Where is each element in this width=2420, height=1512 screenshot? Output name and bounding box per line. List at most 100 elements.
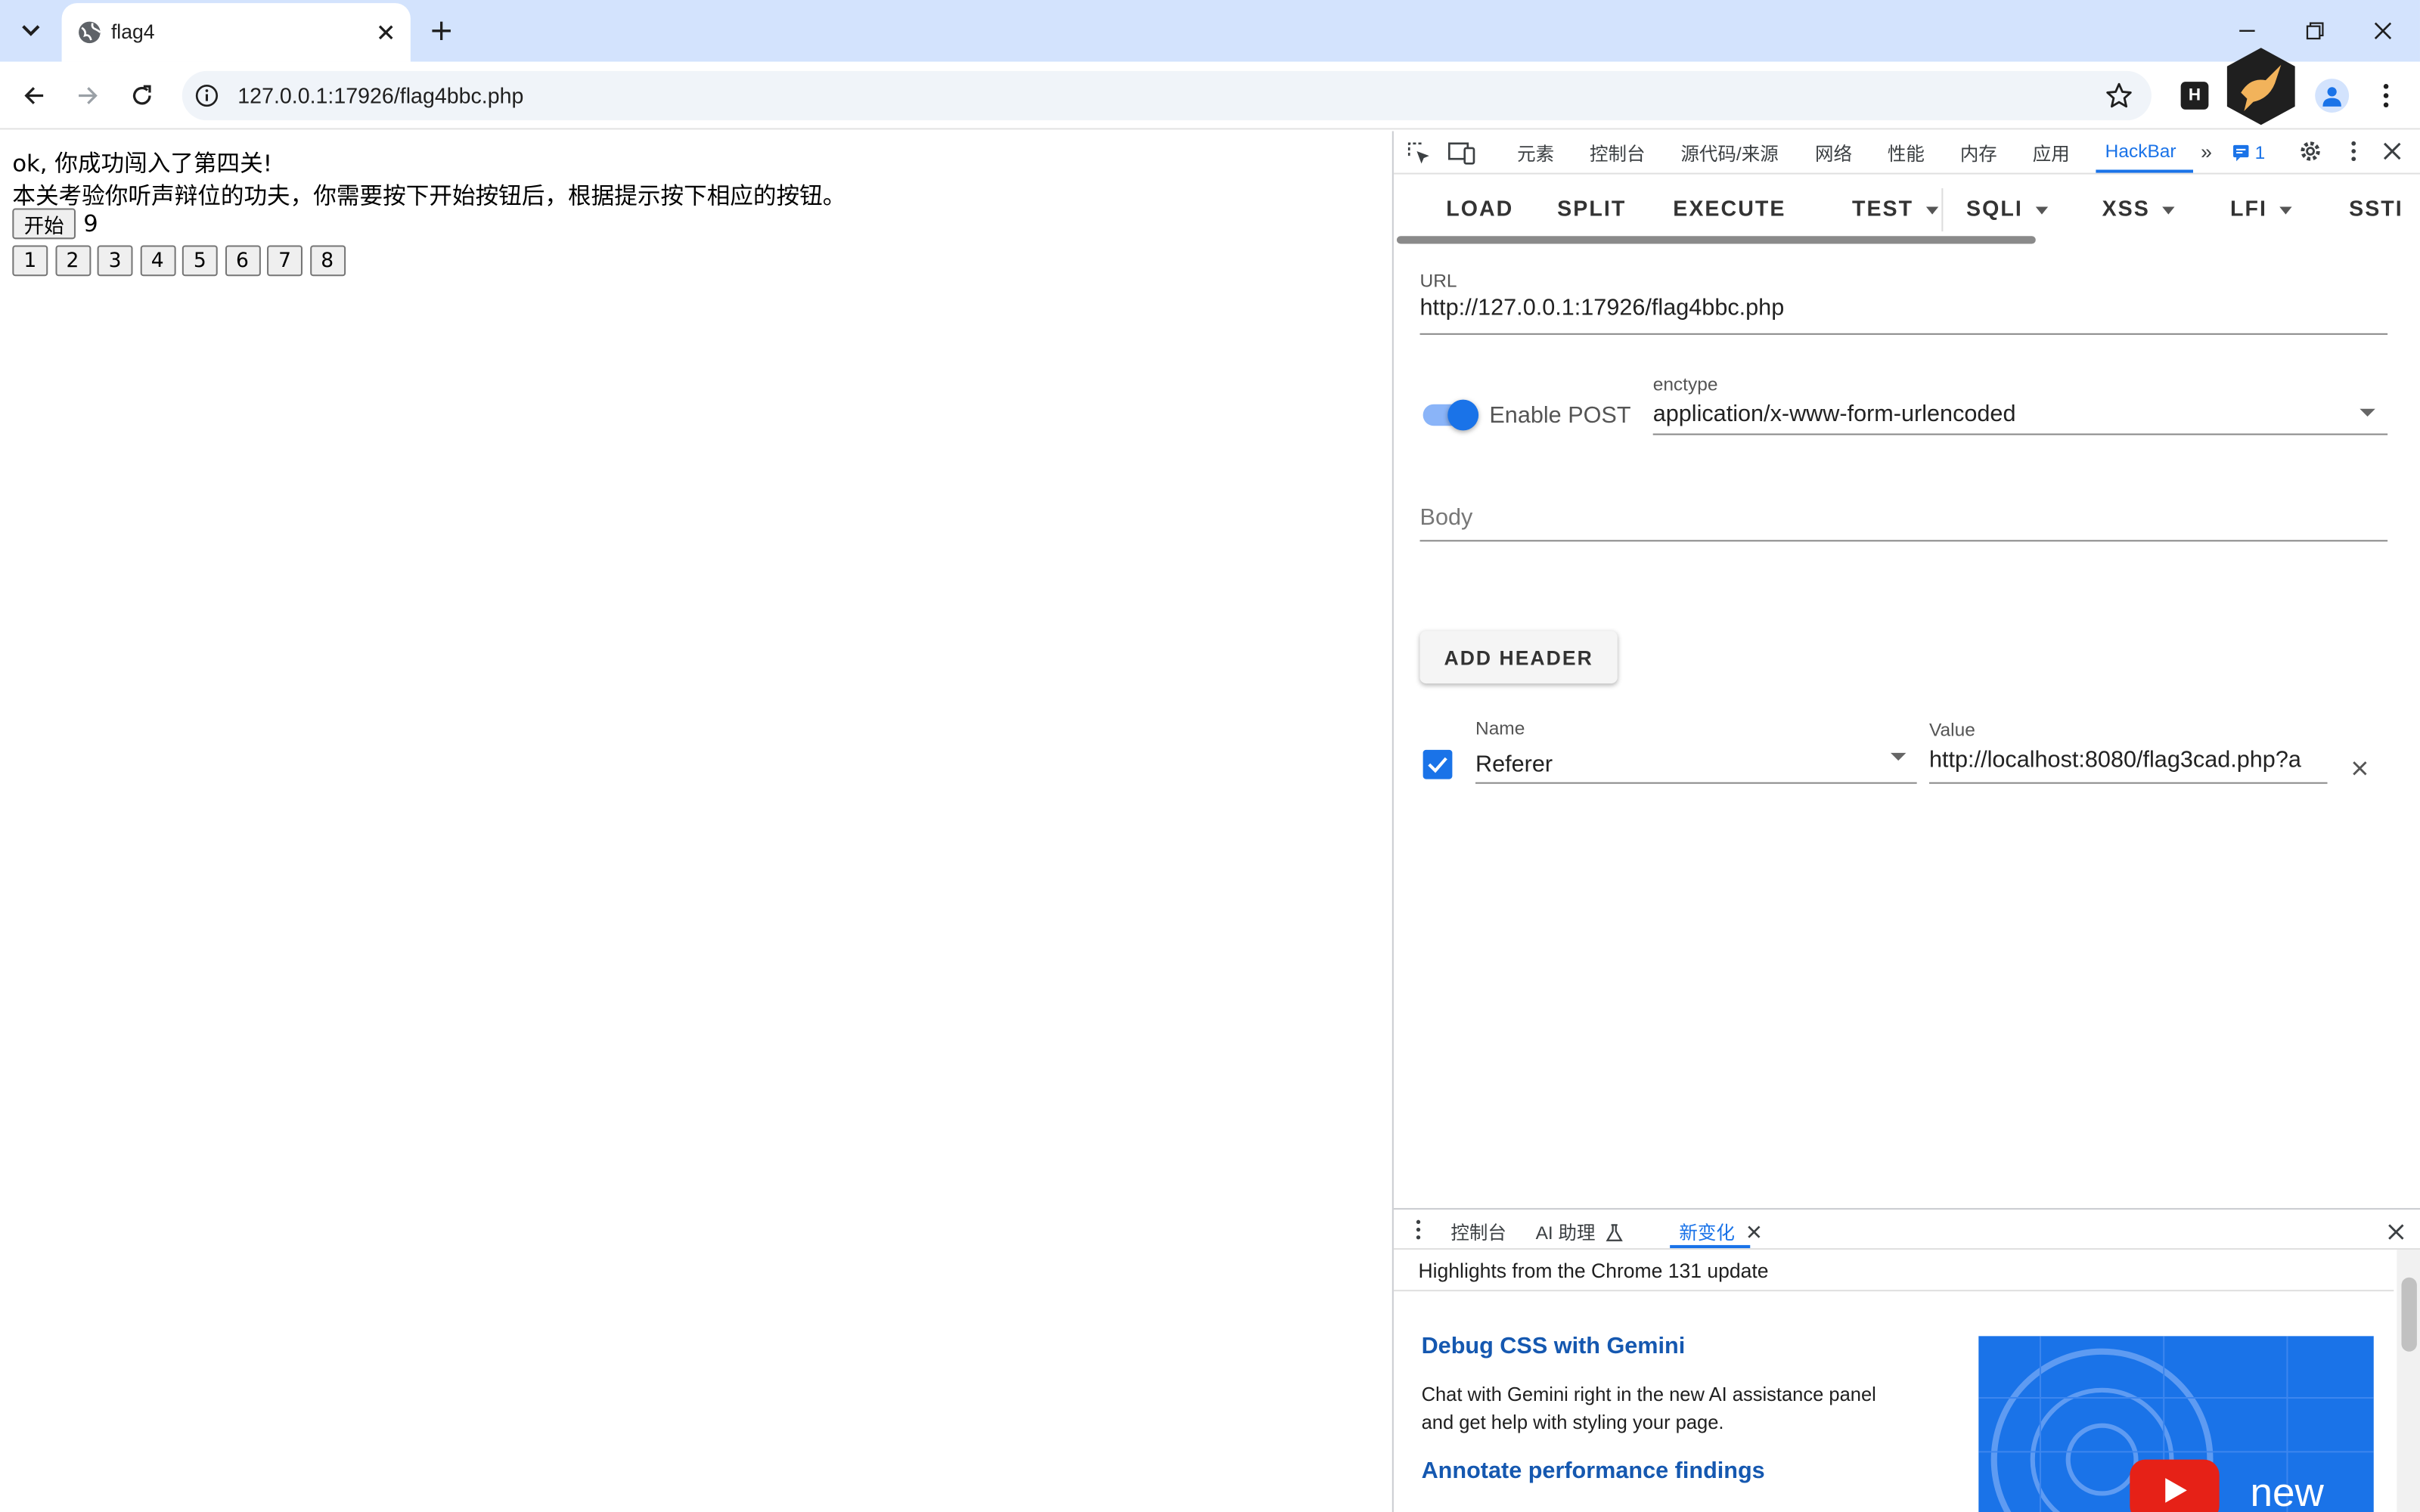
forward-button[interactable]	[70, 77, 107, 114]
back-button[interactable]	[15, 77, 52, 114]
person-icon	[2322, 87, 2341, 107]
tab-network[interactable]: 网络	[1815, 141, 1852, 167]
active-tab-indicator	[2096, 169, 2193, 173]
xss-menu-button[interactable]: XSS	[2102, 196, 2175, 221]
ssti-menu-button[interactable]: SSTI	[2349, 196, 2403, 221]
tab-application[interactable]: 应用	[2033, 141, 2070, 167]
number-button-5[interactable]: 5	[182, 245, 218, 277]
minimize-icon	[2239, 29, 2255, 33]
xss-label: XSS	[2102, 196, 2150, 221]
youtube-play-icon[interactable]	[2130, 1459, 2220, 1512]
enable-post-toggle[interactable]	[1423, 399, 1479, 431]
plus-icon	[432, 21, 451, 41]
header-enabled-checkbox[interactable]	[1423, 749, 1453, 779]
number-button-8[interactable]: 8	[309, 245, 346, 277]
drawer-tab-ai[interactable]: AI 助理	[1536, 1219, 1624, 1245]
browser-tab[interactable]: flag4	[61, 3, 411, 62]
reload-icon	[132, 85, 151, 105]
new-tab-button[interactable]	[426, 15, 457, 46]
number-button-4[interactable]: 4	[139, 245, 175, 277]
load-button[interactable]: LOAD	[1446, 196, 1513, 221]
tab-console[interactable]: 控制台	[1590, 141, 1646, 167]
scrollbar-thumb[interactable]	[2401, 1277, 2417, 1352]
profile-avatar[interactable]	[2315, 79, 2350, 113]
restore-icon	[2306, 22, 2324, 40]
test-menu-button[interactable]: TEST	[1852, 196, 1938, 221]
add-header-button[interactable]: ADD HEADER	[1419, 631, 1618, 684]
header-name-input[interactable]: Referer	[1475, 751, 1553, 778]
hackbar-extension-icon[interactable]: H	[2180, 82, 2209, 110]
close-window-button[interactable]	[2349, 0, 2417, 62]
message-icon	[2233, 144, 2249, 162]
close-drawer-icon[interactable]	[2387, 1220, 2404, 1248]
close-icon[interactable]	[1747, 1225, 1761, 1238]
number-button-6[interactable]: 6	[224, 245, 260, 277]
browser-menu-button[interactable]	[2371, 80, 2402, 111]
lfi-menu-button[interactable]: LFI	[2230, 196, 2292, 221]
chevron-down-icon	[2162, 206, 2175, 215]
url-text[interactable]: 127.0.0.1:17926/flag4bbc.php	[237, 83, 523, 108]
close-icon[interactable]	[374, 20, 399, 45]
hackbar-toolbar: LOAD SPLIT EXECUTE TEST SQLI XSS LFI SST…	[1394, 176, 2420, 244]
tab-performance[interactable]: 性能	[1888, 141, 1925, 167]
body-underline	[1419, 540, 2388, 542]
number-button-2[interactable]: 2	[54, 245, 91, 277]
number-button-1[interactable]: 1	[12, 245, 48, 277]
drawer-tab-ai-label: AI 助理	[1535, 1222, 1596, 1244]
devtools-more-icon[interactable]	[2350, 141, 2356, 167]
start-button[interactable]: 开始	[12, 208, 76, 240]
execute-button[interactable]: EXECUTE	[1673, 196, 1786, 221]
dropdown-arrow-icon[interactable]	[2360, 408, 2375, 417]
tab-hackbar[interactable]: HackBar	[2105, 141, 2176, 163]
device-toolbar-icon[interactable]	[1447, 141, 1475, 170]
tab-memory[interactable]: 内存	[1960, 141, 1997, 167]
toolbar-divider	[1941, 187, 1944, 232]
drawer-tab-bar: 控制台 AI 助理 新变化	[1393, 1210, 2420, 1250]
drawer-tab-console[interactable]: 控制台	[1450, 1219, 1506, 1245]
drawer-scrollbar[interactable]	[2397, 1250, 2420, 1512]
enctype-underline	[1652, 433, 2388, 435]
drawer-menu-icon[interactable]	[1415, 1219, 1421, 1248]
devtools-panel: 元素 控制台 源代码/来源 网络 性能 内存 应用 HackBar » 1 LO…	[1392, 131, 2420, 1512]
address-bar[interactable]: 127.0.0.1:17926/flag4bbc.php	[182, 70, 2152, 121]
drawer-tab-whats-new-label: 新变化	[1679, 1222, 1735, 1244]
header-value-underline	[1929, 782, 2328, 784]
dropdown-arrow-icon[interactable]	[1890, 752, 1907, 761]
bookmark-star-icon[interactable]	[2105, 82, 2133, 110]
remove-header-icon[interactable]	[2352, 756, 2367, 784]
issues-count: 1	[2254, 141, 2266, 164]
reload-button[interactable]	[123, 77, 160, 114]
test-label: TEST	[1851, 196, 1914, 221]
info-icon[interactable]	[194, 83, 219, 108]
split-button[interactable]: SPLIT	[1557, 196, 1626, 221]
number-button-7[interactable]: 7	[267, 245, 302, 277]
horizontal-scrollbar[interactable]	[1396, 236, 2036, 244]
debug-css-link[interactable]: Debug CSS with Gemini	[1422, 1333, 1686, 1359]
issues-counter[interactable]: 1	[2232, 141, 2266, 164]
settings-gear-icon[interactable]	[2298, 139, 2323, 169]
toggle-knob	[1447, 399, 1479, 431]
more-tabs-icon[interactable]: »	[2201, 141, 2212, 164]
inspect-element-icon[interactable]	[1406, 141, 1431, 170]
drawer-active-indicator	[1670, 1244, 1751, 1249]
annotate-performance-link[interactable]: Annotate performance findings	[1422, 1458, 1765, 1485]
number-button-row: 1 2 3 4 5 6 7 8	[12, 245, 346, 277]
enctype-select[interactable]: application/x-www-form-urlencoded	[1653, 401, 2016, 428]
chevron-down-icon	[1925, 206, 1938, 215]
tab-sources[interactable]: 源代码/来源	[1680, 141, 1778, 167]
devtools-tab-bar: 元素 控制台 源代码/来源 网络 性能 内存 应用 HackBar » 1	[1393, 131, 2420, 175]
drawer-tab-whats-new[interactable]: 新变化	[1679, 1219, 1761, 1245]
page-content: ok, 你成功闯入了第四关! 本关考验你听声辩位的功夫，你需要按下开始按钮后，根…	[0, 131, 1392, 1512]
title-bar: flag4	[0, 0, 2420, 62]
sqli-menu-button[interactable]: SQLI	[1966, 196, 2048, 221]
number-button-3[interactable]: 3	[97, 245, 133, 277]
close-devtools-icon[interactable]	[2383, 142, 2401, 166]
body-input[interactable]: Body	[1420, 504, 1473, 531]
header-value-input[interactable]: http://localhost:8080/flag3cad.php?a	[1929, 747, 2328, 773]
tab-elements[interactable]: 元素	[1517, 141, 1554, 167]
bird-extension-icon[interactable]	[2223, 46, 2300, 126]
header-name-label: Name	[1475, 717, 1525, 739]
video-thumbnail[interactable]: new	[1978, 1336, 2374, 1512]
url-input[interactable]: http://127.0.0.1:17926/flag4bbc.php	[1420, 295, 1785, 321]
tab-search-button[interactable]	[12, 12, 49, 49]
